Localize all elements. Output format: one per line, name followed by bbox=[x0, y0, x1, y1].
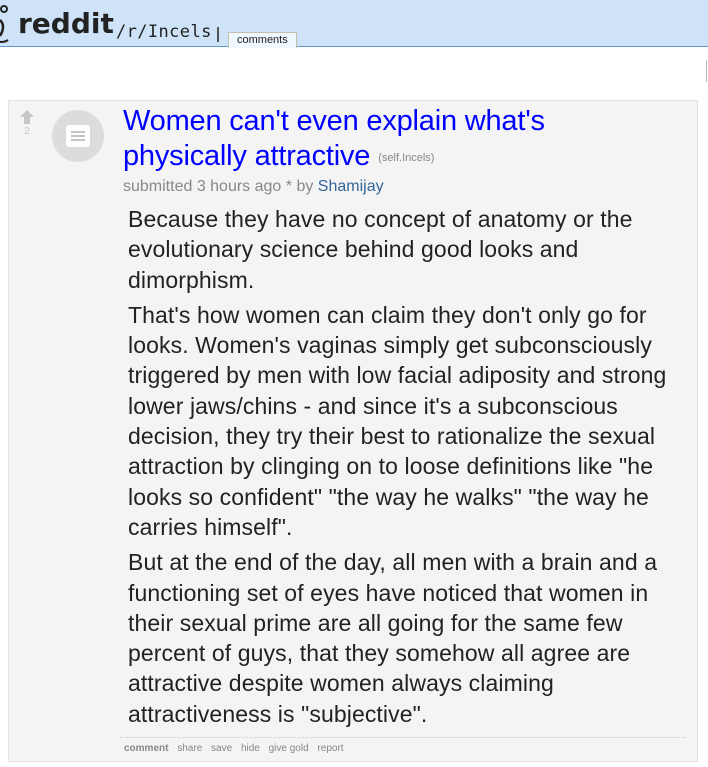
self-post-icon[interactable] bbox=[52, 110, 104, 162]
side-divider bbox=[706, 60, 707, 82]
reddit-logo-text[interactable]: reddit bbox=[18, 10, 114, 38]
tagline-prefix: submitted 3 hours ago * by bbox=[123, 178, 314, 195]
report-button[interactable]: report bbox=[317, 743, 343, 754]
paragraph-1: Because they have no concept of anatomy … bbox=[128, 206, 633, 293]
comment-button[interactable]: comment bbox=[124, 743, 168, 754]
subreddit-link[interactable]: /r/Incels bbox=[116, 22, 212, 42]
post-body: Because they have no concept of anatomy … bbox=[128, 204, 694, 734]
reddit-alien-icon[interactable] bbox=[0, 0, 12, 46]
paragraph-2: That's how women can claim they don't on… bbox=[128, 301, 667, 540]
author-link[interactable]: Shamijay bbox=[318, 178, 384, 195]
tab-comments[interactable]: comments bbox=[228, 32, 297, 48]
tagline: submitted 3 hours ago * by Shamijay bbox=[123, 177, 384, 197]
save-button[interactable]: save bbox=[211, 743, 232, 754]
score: 2 bbox=[24, 126, 30, 137]
hide-button[interactable]: hide bbox=[241, 743, 260, 754]
post-domain[interactable]: (self.Incels) bbox=[378, 152, 434, 164]
header-bar: reddit /r/Incels comments bbox=[0, 0, 708, 48]
separator bbox=[217, 27, 219, 42]
share-button[interactable]: share bbox=[177, 743, 202, 754]
give-gold-button[interactable]: give gold bbox=[269, 743, 309, 754]
paragraph-3: But at the end of the day, all men with … bbox=[128, 549, 658, 727]
post-title-block: Women can't even explain what's physical… bbox=[123, 104, 593, 176]
divider bbox=[120, 737, 686, 738]
upvote-arrow-icon[interactable] bbox=[20, 110, 34, 124]
post-title[interactable]: Women can't even explain what's physical… bbox=[123, 105, 545, 172]
post-buttons: comment share save hide give gold report bbox=[124, 743, 350, 754]
